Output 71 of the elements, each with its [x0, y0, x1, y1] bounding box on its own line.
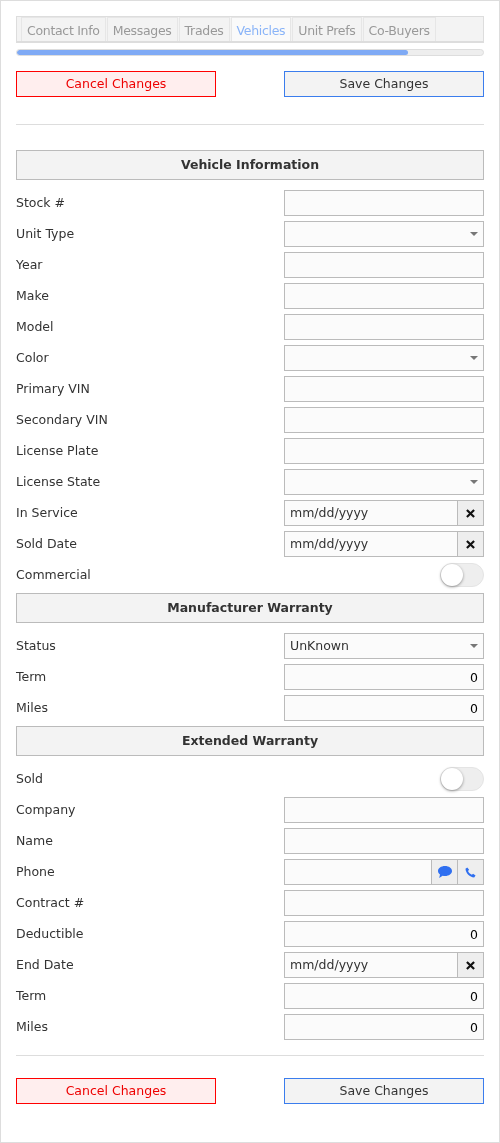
close-icon [466, 960, 475, 970]
section-header: Extended Warranty [16, 726, 484, 756]
input-field[interactable] [284, 314, 484, 340]
clear-button[interactable] [458, 531, 484, 557]
field-label: Term [16, 986, 47, 1005]
dropdown[interactable]: UnKnown [284, 633, 484, 659]
field-label: Company [16, 800, 76, 819]
dropdown[interactable] [284, 345, 484, 371]
field-label: License State [16, 472, 101, 491]
close-icon [466, 539, 475, 549]
field-label: Deductible [16, 924, 84, 943]
field-label: Miles [16, 1017, 48, 1036]
dropdown[interactable] [284, 221, 484, 247]
field-label: Stock # [16, 193, 66, 212]
field-label: Secondary VIN [16, 410, 108, 429]
input-field[interactable] [284, 252, 484, 278]
date-field[interactable]: mm/dd/yyyy [284, 952, 458, 978]
caret-icon [470, 356, 478, 360]
field-label: Unit Type [16, 224, 75, 243]
field-label: Sold [16, 769, 43, 788]
field-label: Status [16, 636, 56, 655]
dropdown[interactable] [284, 469, 484, 495]
caret-icon [470, 480, 478, 484]
input-field[interactable] [284, 376, 484, 402]
field-label: Name [16, 831, 53, 850]
clear-button[interactable] [458, 500, 484, 526]
field-label: Primary VIN [16, 379, 90, 398]
input-field[interactable] [284, 283, 484, 309]
cancel-button[interactable]: Cancel Changes [16, 1078, 216, 1104]
input-field[interactable] [284, 190, 484, 216]
field-label: Year [16, 255, 43, 274]
input-field[interactable]: 0 [284, 921, 484, 947]
field-label: License Plate [16, 441, 99, 460]
caret-icon [470, 232, 478, 236]
message-button[interactable] [432, 859, 458, 885]
section-header: Manufacturer Warranty [16, 593, 484, 623]
input-field[interactable]: 0 [284, 695, 484, 721]
toggle-switch[interactable] [440, 767, 484, 791]
input-field[interactable] [284, 438, 484, 464]
input-field[interactable] [284, 890, 484, 916]
input-field[interactable] [284, 407, 484, 433]
field-label: End Date [16, 955, 74, 974]
save-button[interactable]: Save Changes [284, 1078, 484, 1104]
input-field[interactable] [284, 828, 484, 854]
field-label: Sold Date [16, 534, 77, 553]
caret-icon [470, 644, 478, 648]
clear-button[interactable] [458, 952, 484, 978]
phone-field[interactable] [284, 859, 432, 885]
toggle-switch[interactable] [440, 563, 484, 587]
field-label: Term [16, 667, 47, 686]
field-label: In Service [16, 503, 78, 522]
field-label: Make [16, 286, 49, 305]
input-field[interactable] [284, 797, 484, 823]
input-field[interactable]: 0 [284, 983, 484, 1009]
field-label: Commercial [16, 565, 91, 584]
section-header: Vehicle Information [16, 150, 484, 180]
input-field[interactable]: 0 [284, 664, 484, 690]
field-label: Phone [16, 862, 55, 881]
field-label: Contract # [16, 893, 85, 912]
chat-bubble-icon [437, 866, 452, 878]
cancel-button[interactable]: Cancel Changes [16, 71, 216, 97]
save-button[interactable]: Save Changes [284, 71, 484, 97]
input-field[interactable]: 0 [284, 1014, 484, 1040]
date-field[interactable]: mm/dd/yyyy [284, 531, 458, 557]
close-icon [466, 508, 475, 518]
phone-icon [465, 866, 476, 878]
field-label: Miles [16, 698, 48, 717]
date-field[interactable]: mm/dd/yyyy [284, 500, 458, 526]
field-label: Color [16, 348, 49, 367]
call-button[interactable] [458, 859, 484, 885]
field-label: Model [16, 317, 54, 336]
